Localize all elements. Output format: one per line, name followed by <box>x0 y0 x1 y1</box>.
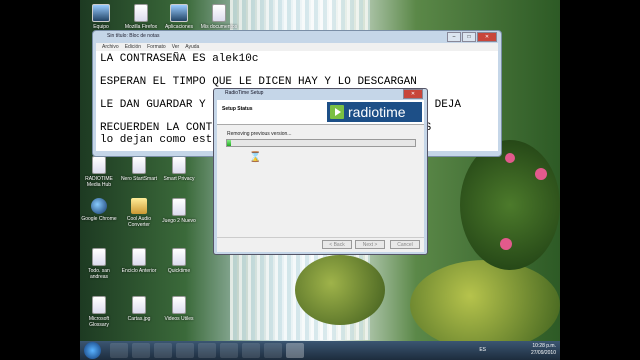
desktop-icon-documentos[interactable]: Mis documentos <box>200 4 238 30</box>
setup-title: RadioTime Setup <box>225 90 264 96</box>
desktop-icon[interactable]: Juego 2 Nuevo <box>160 198 198 224</box>
taskbar-button-app[interactable] <box>220 343 238 358</box>
document-icon <box>172 248 186 266</box>
desktop-icon[interactable]: RADIOTIME Media Hub <box>80 156 118 188</box>
flower <box>505 153 515 163</box>
flower <box>500 238 512 250</box>
logo-text: radiotime <box>348 104 406 120</box>
document-icon <box>172 296 186 314</box>
busy-cursor-icon: ⌛ <box>249 152 262 163</box>
notepad-menubar: Archivo Edición Formato Ver Ayuda <box>96 43 498 51</box>
desktop-icon[interactable]: Google Chrome <box>80 198 118 222</box>
text-line: LA CONTRASEÑA ES alek10c <box>100 53 259 65</box>
clock-date: 27/09/2010 <box>530 350 556 356</box>
document-icon <box>92 156 106 174</box>
radiotime-logo: radiotime <box>327 102 422 122</box>
menu-formato[interactable]: Formato <box>147 44 166 50</box>
taskbar-button-app[interactable] <box>198 343 216 358</box>
taskbar-button-app[interactable] <box>242 343 260 358</box>
setup-body: Removing previous version... ⌛ <box>217 125 424 237</box>
progress-bar <box>226 139 416 147</box>
taskbar-button-media[interactable] <box>132 343 150 358</box>
minimize-button[interactable]: – <box>447 32 461 42</box>
document-icon <box>132 248 146 266</box>
desktop: Equipo Mozilla Firefox Aplicaciones Mis … <box>80 0 560 360</box>
document-icon <box>132 296 146 314</box>
desktop-icon-equipo[interactable]: Equipo <box>82 4 120 30</box>
status-message: Removing previous version... <box>227 131 292 137</box>
taskbar-button-explorer[interactable] <box>110 343 128 358</box>
wallpaper-rock <box>295 255 385 325</box>
cancel-button[interactable]: Cancel <box>390 240 420 249</box>
document-icon <box>132 156 146 174</box>
back-button[interactable]: < Back <box>322 240 352 249</box>
setup-header: Setup Status radiotime <box>217 100 424 125</box>
document-icon <box>92 296 106 314</box>
notepad-window-controls: – □ ✕ <box>447 32 497 42</box>
flower <box>535 168 547 180</box>
monitor-icon <box>170 4 188 22</box>
desktop-icon[interactable]: Videos Utiles <box>160 296 198 322</box>
taskbar-button-app[interactable] <box>154 343 172 358</box>
desktop-icon[interactable]: Quicktime <box>160 248 198 274</box>
desktop-icon[interactable]: Cartas.jpg <box>120 296 158 322</box>
wallpaper-rock <box>410 260 560 350</box>
setup-window-controls: ✕ <box>403 89 423 99</box>
taskbar-button-app[interactable] <box>264 343 282 358</box>
close-button[interactable]: ✕ <box>477 32 497 42</box>
notepad-title: Sin título: Bloc de notas <box>107 33 160 39</box>
close-button[interactable]: ✕ <box>403 89 423 99</box>
taskbar-button-setup[interactable] <box>286 343 304 358</box>
document-icon <box>172 156 186 174</box>
menu-edicion[interactable]: Edición <box>125 44 141 50</box>
clock[interactable]: 10:28 p.m. 27/09/2010 <box>531 343 556 357</box>
desktop-icon-firefox[interactable]: Mozilla Firefox <box>122 4 160 30</box>
setup-button-row: < Back Next > Cancel <box>217 237 424 252</box>
next-button[interactable]: Next > <box>355 240 385 249</box>
desktop-icon[interactable]: Nero StartSmart <box>120 156 158 182</box>
setup-dialog[interactable]: RadioTime Setup ✕ Setup Status radiotime… <box>213 88 428 255</box>
desktop-icon-aplicaciones[interactable]: Aplicaciones <box>160 4 198 30</box>
play-icon <box>330 105 344 119</box>
desktop-icon[interactable]: Smart Privacy <box>160 156 198 182</box>
menu-archivo[interactable]: Archivo <box>102 44 119 50</box>
start-button[interactable] <box>84 342 101 359</box>
desktop-icon[interactable]: Microsoft Glossary <box>80 296 118 328</box>
desktop-icon[interactable]: Enciclo Anterior <box>120 248 158 274</box>
setup-heading: Setup Status <box>222 106 253 112</box>
document-icon <box>134 4 148 22</box>
taskbar: ES 10:28 p.m. 27/09/2010 <box>80 341 560 360</box>
maximize-button[interactable]: □ <box>462 32 476 42</box>
folder-icon <box>131 198 147 214</box>
document-icon <box>212 4 226 22</box>
language-indicator[interactable]: ES <box>479 347 486 353</box>
document-icon <box>92 248 106 266</box>
menu-ver[interactable]: Ver <box>172 44 180 50</box>
document-icon <box>172 198 186 216</box>
desktop-icon[interactable]: Cool Audio Converter <box>120 198 158 228</box>
taskbar-button-firefox[interactable] <box>176 343 194 358</box>
computer-icon <box>92 4 110 22</box>
desktop-icon[interactable]: Todo. san andreas <box>80 248 118 280</box>
menu-ayuda[interactable]: Ayuda <box>185 44 199 50</box>
progress-fill <box>227 140 231 146</box>
chrome-icon <box>91 198 107 214</box>
clock-time: 10:28 p.m. <box>532 343 556 349</box>
